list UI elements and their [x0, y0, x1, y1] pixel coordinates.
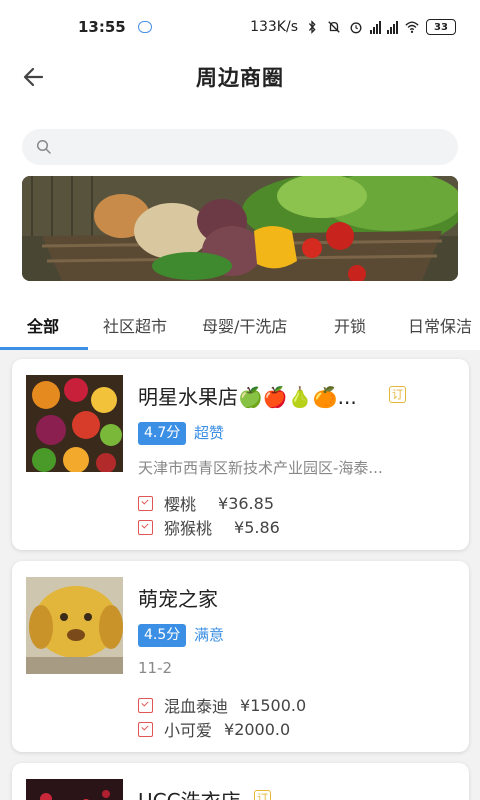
shop-address: 11-2	[138, 659, 173, 677]
shop-card[interactable]: 明星水果店🍏🍎🍐🍊... 订 4.7分 超赞 天津市西青区新技术产业园区-海泰.…	[12, 359, 469, 550]
product-item[interactable]: 樱桃 ¥36.85	[138, 491, 274, 515]
product-icon	[138, 721, 153, 737]
banner-illustration	[22, 176, 458, 281]
status-indicators: 133K/s 33	[250, 19, 456, 35]
product-name: 混血泰迪	[164, 697, 229, 716]
shop-name: 明星水果店🍏🍎🍐🍊...	[138, 385, 357, 409]
alarm-icon	[350, 22, 362, 34]
search-input[interactable]	[22, 129, 458, 165]
product-price: ¥2000.0	[224, 719, 291, 739]
bluetooth-icon	[308, 20, 316, 34]
shop-thumbnail-pet	[26, 577, 123, 674]
shop-card[interactable]: UCC洗衣店 订	[12, 763, 469, 800]
signal-icon-2	[387, 20, 398, 34]
rating-badge: 4.7分	[138, 422, 187, 445]
product-icon	[138, 697, 153, 713]
rating-text: 超赞	[194, 424, 225, 442]
signal-icon-1	[370, 20, 381, 34]
rating-badge: 4.5分	[138, 624, 187, 647]
shop-name: 萌宠之家	[138, 587, 218, 611]
product-name: 小可爱	[164, 721, 213, 740]
status-time: 13:55	[78, 18, 126, 36]
product-item[interactable]: 混血泰迪 ¥1500.0	[138, 693, 306, 717]
shop-name: UCC洗衣店	[138, 785, 241, 800]
booking-tag: 订	[254, 790, 271, 800]
battery-indicator: 33	[426, 19, 456, 35]
product-name: 猕猴桃	[164, 519, 213, 538]
header: 周边商圈	[0, 54, 480, 124]
shop-thumbnail-laundry	[26, 779, 123, 800]
page-title: 周边商圈	[196, 66, 284, 90]
tab-all[interactable]: 全部	[27, 313, 59, 337]
booking-tag: 订	[389, 386, 406, 403]
product-item[interactable]: 猕猴桃 ¥5.86	[138, 515, 280, 539]
product-price: ¥36.85	[218, 493, 274, 513]
banner-vegetables-image[interactable]	[22, 176, 458, 281]
mute-icon	[328, 21, 340, 33]
product-name: 樱桃	[164, 495, 197, 514]
wifi-icon	[405, 21, 419, 33]
tab-daily-cleaning[interactable]: 日常保洁	[408, 313, 472, 337]
top-section: 全部 社区超市 母婴/干洗店 开锁 日常保洁	[0, 124, 480, 350]
tab-community-supermarket[interactable]: 社区超市	[103, 313, 167, 337]
category-tabs: 全部 社区超市 母婴/干洗店 开锁 日常保洁	[0, 299, 480, 350]
shop-thumbnail-fruit	[26, 375, 123, 472]
shop-card[interactable]: 萌宠之家 4.5分 满意 11-2 混血泰迪 ¥1500.0 小可爱 ¥2000…	[12, 561, 469, 752]
network-speed: 133K/s	[250, 19, 298, 35]
tab-maternity-laundry[interactable]: 母婴/干洗店	[202, 313, 287, 337]
product-item[interactable]: 小可爱 ¥2000.0	[138, 717, 290, 741]
message-icon	[137, 21, 152, 33]
status-bar: 13:55 133K/s 33	[0, 0, 480, 54]
product-icon	[138, 495, 153, 511]
product-icon	[138, 519, 153, 535]
active-tab-indicator	[0, 347, 88, 350]
search-icon	[36, 139, 51, 154]
rating-text: 满意	[194, 626, 225, 644]
product-price: ¥1500.0	[240, 695, 307, 715]
product-price: ¥5.86	[234, 517, 280, 537]
shop-address: 天津市西青区新技术产业园区-海泰...	[138, 459, 383, 477]
tab-locksmith[interactable]: 开锁	[334, 313, 366, 337]
